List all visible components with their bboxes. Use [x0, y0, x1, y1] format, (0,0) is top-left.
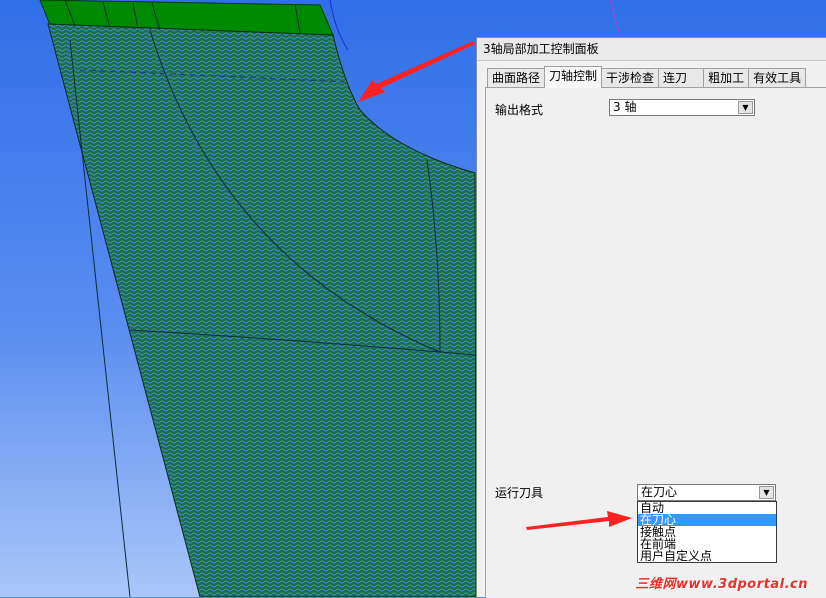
chevron-down-icon[interactable]: ▼ — [759, 486, 774, 499]
tab-roughing[interactable]: 粗加工 — [703, 68, 750, 88]
run-tool-option[interactable]: 用户自定义点 — [638, 550, 776, 562]
output-format-select[interactable]: 3 轴 ▼ — [609, 99, 755, 116]
run-tool-dropdown-list: 自动 在刀心 接触点 在前端 用户自定义点 — [637, 501, 777, 563]
watermark: 三维网www.3dportal.cn — [635, 577, 808, 592]
run-tool-select[interactable]: 在刀心 ▼ — [637, 484, 776, 501]
tab-interference-check[interactable]: 干涉检查 — [601, 68, 660, 88]
chevron-down-icon[interactable]: ▼ — [738, 101, 753, 114]
tab-link[interactable]: 连刀 — [658, 68, 705, 88]
tab-tool-axis-control[interactable]: 刀轴控制 — [544, 66, 603, 88]
tab-valid-tools[interactable]: 有效工具 — [748, 68, 807, 88]
output-format-label: 输出格式 — [495, 103, 544, 117]
panel-title: 3轴局部加工控制面板 — [477, 38, 826, 61]
tab-surface-path[interactable]: 曲面路径 — [487, 68, 546, 88]
run-tool-value: 在刀心 — [641, 485, 678, 499]
tab-strip: 曲面路径 刀轴控制 干涉检查 连刀 粗加工 有效工具 — [487, 66, 807, 88]
run-tool-label: 运行刀具 — [495, 486, 544, 500]
output-format-value: 3 轴 — [613, 100, 637, 114]
